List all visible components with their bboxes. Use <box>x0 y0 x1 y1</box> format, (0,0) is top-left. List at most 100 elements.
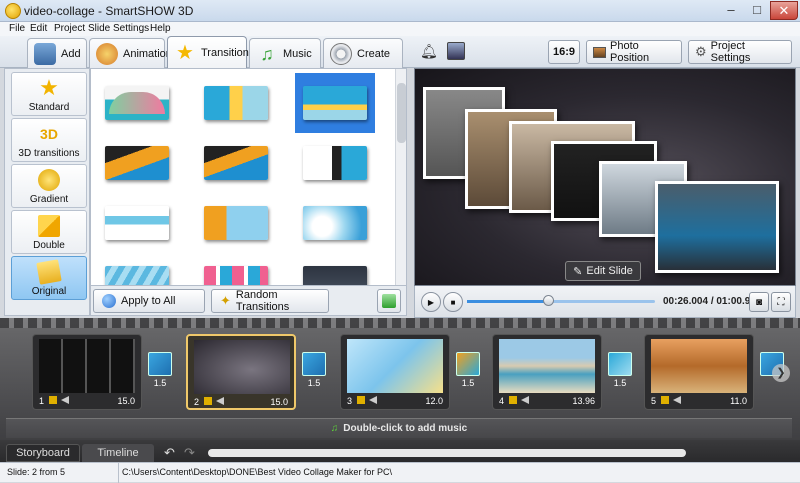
slide-1[interactable]: 1 15.0 <box>32 334 142 410</box>
magic-wand-icon: ✦ <box>220 293 231 308</box>
status-bar: Slide: 2 from 5 C:\Users\Content\Desktop… <box>0 462 800 483</box>
speaker-icon[interactable] <box>521 396 529 404</box>
tab-transitions[interactable]: ★ Transitions <box>167 36 254 68</box>
pencil-icon[interactable] <box>661 396 669 404</box>
play-button[interactable]: ▶ <box>421 292 441 312</box>
transition-icon <box>302 352 326 376</box>
image-icon[interactable] <box>447 42 465 60</box>
slide-preview: ✎ Edit Slide <box>414 68 796 286</box>
star-icon: ★ <box>39 75 59 100</box>
stop-button[interactable]: ■ <box>443 292 463 312</box>
tab-add[interactable]: Add <box>27 38 87 68</box>
redo-icon[interactable]: ↷ <box>184 445 195 461</box>
menu-edit[interactable]: Edit <box>30 22 47 36</box>
pencil-icon[interactable] <box>357 396 365 404</box>
storyboard-scrollbar[interactable] <box>208 449 686 457</box>
menu-settings[interactable]: Settings <box>113 22 149 36</box>
category-original[interactable]: Original <box>11 256 87 300</box>
photo-position-button[interactable]: Photo Position <box>586 40 682 64</box>
transition-4[interactable]: 1.5 <box>606 352 634 392</box>
slide-2[interactable]: 2 15.0 <box>186 334 296 410</box>
bell-icon[interactable]: 🔔︎ <box>420 43 438 59</box>
transition-thumb[interactable] <box>196 133 276 193</box>
minimize-button[interactable]: – <box>718 1 744 20</box>
fullscreen-icon[interactable]: ⛶ <box>771 292 791 312</box>
palette-icon <box>96 42 118 65</box>
menu-bar: File Edit Project Slide Settings Help <box>0 22 800 36</box>
transition-thumb[interactable] <box>295 253 375 285</box>
slide-thumbnail <box>347 339 443 393</box>
transition-icon <box>456 352 480 376</box>
transition-grid <box>90 68 407 286</box>
speaker-icon[interactable] <box>369 396 377 404</box>
slide-3[interactable]: 3 12.0 <box>340 334 450 410</box>
pencil-icon[interactable] <box>509 396 517 404</box>
aspect-ratio-button[interactable]: 16:9 <box>548 40 580 64</box>
add-icon <box>382 294 396 308</box>
category-3d[interactable]: 3D 3D transitions <box>11 118 87 162</box>
transition-thumb-selected[interactable] <box>295 73 375 133</box>
app-logo-icon <box>5 3 21 19</box>
transition-thumb[interactable] <box>196 253 276 285</box>
photo-icon <box>593 46 606 58</box>
snapshot-camera-icon[interactable]: ◙ <box>749 292 769 312</box>
transition-3[interactable]: 1.5 <box>454 352 482 392</box>
transition-icon <box>608 352 632 376</box>
scroll-right-icon[interactable]: ❯ <box>772 364 790 382</box>
tab-create[interactable]: Create <box>323 38 403 68</box>
tab-storyboard[interactable]: Storyboard <box>6 444 80 462</box>
tab-music[interactable]: ♫ Music <box>249 38 321 68</box>
transition-thumb[interactable] <box>97 133 177 193</box>
category-double[interactable]: Double <box>11 210 87 254</box>
slide-4[interactable]: 4 13.96 <box>492 334 602 410</box>
menu-file[interactable]: File <box>9 22 25 36</box>
slide-thumbnail <box>499 339 595 393</box>
menu-slide[interactable]: Slide <box>88 22 110 36</box>
tab-animation[interactable]: Animation <box>89 38 172 68</box>
transition-thumb[interactable] <box>97 253 177 285</box>
slide-5[interactable]: 5 11.0 <box>644 334 754 410</box>
speaker-icon[interactable] <box>673 396 681 404</box>
speaker-icon[interactable] <box>216 397 224 405</box>
star-icon: ★ <box>176 41 194 64</box>
transition-thumb[interactable] <box>295 133 375 193</box>
seek-progress <box>467 300 548 303</box>
speaker-icon[interactable] <box>61 396 69 404</box>
seek-knob[interactable] <box>542 295 554 306</box>
close-button[interactable]: ✕ <box>770 1 798 20</box>
menu-help[interactable]: Help <box>150 22 171 36</box>
maximize-button[interactable]: □ <box>744 1 770 20</box>
add-transition-button[interactable] <box>377 289 401 313</box>
slide-thumbnail <box>194 340 290 394</box>
scroll-thumb[interactable] <box>397 83 406 143</box>
transition-icon <box>148 352 172 376</box>
slide-count: Slide: 2 from 5 <box>7 467 66 477</box>
pencil-icon[interactable] <box>204 397 212 405</box>
transition-1[interactable]: 1.5 <box>146 352 174 392</box>
grid-scrollbar[interactable] <box>395 69 406 285</box>
transition-thumb[interactable] <box>97 193 177 253</box>
project-settings-button[interactable]: ⚙ Project Settings <box>688 40 792 64</box>
random-transitions-button[interactable]: ✦ Random Transitions <box>211 289 329 313</box>
undo-icon[interactable]: ↶ <box>164 445 175 461</box>
menu-project[interactable]: Project <box>54 22 85 36</box>
tab-timeline[interactable]: Timeline <box>82 444 154 462</box>
transition-thumb[interactable] <box>295 193 375 253</box>
double-icon <box>38 215 60 237</box>
music-track[interactable]: ♫ Double-click to add music <box>6 418 792 438</box>
scroll-icon <box>36 259 62 285</box>
timecode: 00:26.004 / 01:00.960 <box>663 296 762 307</box>
3d-icon: 3D <box>40 126 58 142</box>
transition-thumb[interactable] <box>97 73 177 133</box>
slide-thumbnail <box>39 339 135 393</box>
category-gradient[interactable]: Gradient <box>11 164 87 208</box>
transition-2[interactable]: 1.5 <box>300 352 328 392</box>
apply-to-all-button[interactable]: Apply to All <box>93 289 205 313</box>
pencil-icon[interactable] <box>49 396 57 404</box>
playback-bar: ▶ ■ 00:26.004 / 01:00.960 ◙ ⛶ <box>414 286 796 318</box>
transition-actions: Apply to All ✦ Random Transitions <box>90 286 407 316</box>
transition-thumb[interactable] <box>196 193 276 253</box>
category-standard[interactable]: ★ Standard <box>11 72 87 116</box>
edit-slide-button[interactable]: ✎ Edit Slide <box>565 261 641 281</box>
transition-thumb[interactable] <box>196 73 276 133</box>
